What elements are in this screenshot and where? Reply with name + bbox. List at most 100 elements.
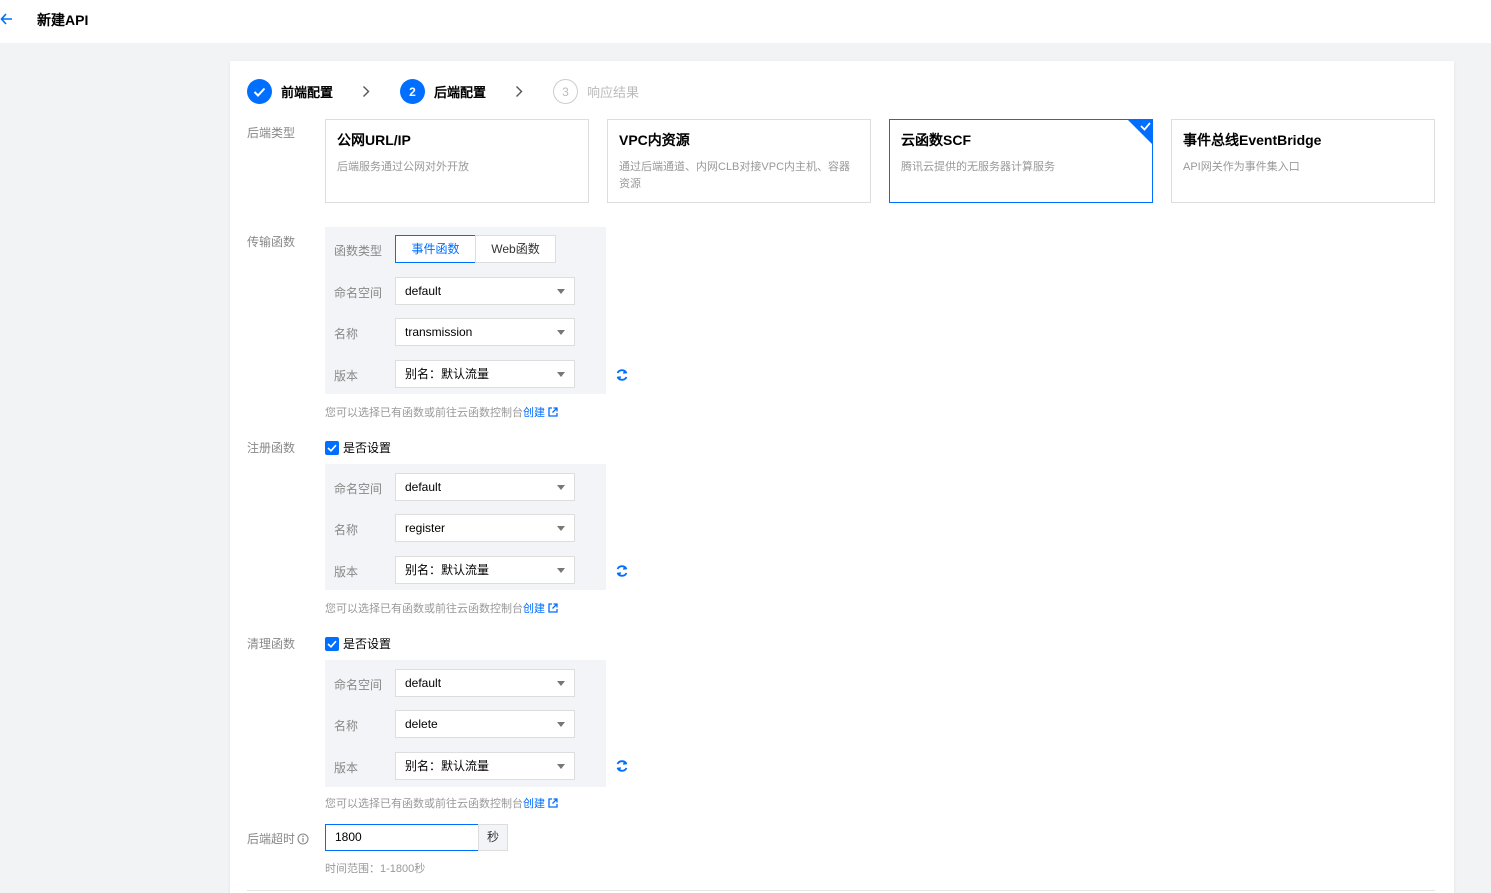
- register-function-label: 注册函数: [247, 441, 296, 455]
- check-icon: [247, 79, 272, 104]
- create-link[interactable]: 创建: [523, 407, 545, 419]
- step-label: 响应结果: [587, 85, 640, 100]
- web-function-button[interactable]: Web函数: [475, 235, 556, 263]
- version-label: 版本: [334, 369, 359, 383]
- refresh-icon[interactable]: [615, 564, 629, 578]
- info-icon[interactable]: [297, 833, 309, 845]
- namespace-label: 命名空间: [334, 286, 383, 300]
- timeout-input[interactable]: 1800: [325, 824, 479, 851]
- external-link-icon[interactable]: [548, 407, 558, 417]
- form-card: 前端配置 2 后端配置 3 响应结果 后端类型 公网URL/IP 后端服务通过公…: [230, 61, 1454, 893]
- type-title: 公网URL/IP: [337, 132, 411, 148]
- transmission-function-label: 传输函数: [247, 235, 296, 249]
- step-number: 3: [553, 79, 578, 104]
- select-value: register: [405, 521, 446, 535]
- type-title: 事件总线EventBridge: [1183, 132, 1322, 148]
- step-backend-config[interactable]: 2 后端配置: [400, 79, 486, 104]
- name-label: 名称: [334, 327, 359, 341]
- step-frontend-config[interactable]: 前端配置: [247, 79, 333, 104]
- name-label: 名称: [334, 719, 359, 733]
- external-link-icon[interactable]: [548, 798, 558, 808]
- version-select[interactable]: 别名：默认流量: [395, 752, 575, 780]
- backend-timeout-label: 后端超时: [247, 830, 309, 847]
- function-hint: 您可以选择已有函数或前往云函数控制台创建: [325, 600, 558, 616]
- external-link-icon[interactable]: [548, 603, 558, 613]
- function-type-label: 函数类型: [334, 244, 383, 258]
- select-value: 别名：默认流量: [405, 367, 490, 381]
- function-hint: 您可以选择已有函数或前往云函数控制台创建: [325, 795, 558, 811]
- type-title: 云函数SCF: [901, 132, 971, 148]
- checkbox-checked-icon: [325, 440, 339, 455]
- caret-down-icon: [557, 372, 565, 377]
- checkbox-checked-icon: [325, 636, 339, 651]
- timeout-label-text: 后端超时: [247, 832, 296, 846]
- create-link[interactable]: 创建: [523, 798, 545, 810]
- cleanup-function-label: 清理函数: [247, 637, 296, 651]
- name-label: 名称: [334, 523, 359, 537]
- select-value: 别名：默认流量: [405, 759, 490, 773]
- backend-type-vpc[interactable]: VPC内资源 通过后端通道、内网CLB对接VPC内主机、容器资源: [607, 119, 871, 203]
- step-response-result[interactable]: 3 响应结果: [553, 79, 639, 104]
- caret-down-icon: [557, 526, 565, 531]
- step-label: 后端配置: [434, 85, 487, 100]
- page-title: 新建API: [37, 12, 89, 28]
- hint-text: 您可以选择已有函数或前往云函数控制台: [325, 798, 523, 810]
- chevron-right-icon: [516, 86, 523, 97]
- select-value: 别名：默认流量: [405, 563, 490, 577]
- backend-type-scf[interactable]: 云函数SCF 腾讯云提供的无服务器计算服务: [889, 119, 1153, 203]
- caret-down-icon: [557, 568, 565, 573]
- hint-text: 您可以选择已有函数或前往云函数控制台: [325, 407, 523, 419]
- function-hint: 您可以选择已有函数或前往云函数控制台创建: [325, 404, 558, 420]
- timeout-range-hint: 时间范围：1-1800秒: [325, 863, 426, 875]
- transmission-function-panel: 函数类型 事件函数 Web函数 命名空间 default 名称 transmis…: [325, 227, 606, 394]
- type-desc: 后端服务通过公网对外开放: [337, 161, 469, 173]
- hint-text: 您可以选择已有函数或前往云函数控制台: [325, 603, 523, 615]
- version-label: 版本: [334, 565, 359, 579]
- version-label: 版本: [334, 761, 359, 775]
- version-select[interactable]: 别名：默认流量: [395, 360, 575, 388]
- checkbox-label: 是否设置: [343, 441, 392, 455]
- function-name-select[interactable]: transmission: [395, 318, 575, 346]
- backend-type-public-url[interactable]: 公网URL/IP 后端服务通过公网对外开放: [325, 119, 589, 203]
- create-link[interactable]: 创建: [523, 603, 545, 615]
- refresh-icon[interactable]: [615, 368, 629, 382]
- select-value: default: [405, 284, 442, 298]
- step-label: 前端配置: [281, 85, 334, 100]
- register-enable-checkbox[interactable]: 是否设置: [325, 439, 391, 456]
- register-function-panel: 命名空间 default 名称 register 版本 别名：默认流量: [325, 464, 606, 590]
- select-value: default: [405, 480, 442, 494]
- checkbox-label: 是否设置: [343, 637, 392, 651]
- event-function-button[interactable]: 事件函数: [395, 235, 476, 263]
- function-name-select[interactable]: register: [395, 514, 575, 542]
- namespace-select[interactable]: default: [395, 669, 575, 697]
- backend-type-label: 后端类型: [247, 126, 296, 140]
- caret-down-icon: [557, 764, 565, 769]
- namespace-select[interactable]: default: [395, 277, 575, 305]
- timeout-unit: 秒: [478, 824, 508, 851]
- refresh-icon[interactable]: [615, 759, 629, 773]
- caret-down-icon: [557, 722, 565, 727]
- caret-down-icon: [557, 485, 565, 490]
- type-desc: API网关作为事件集入口: [1183, 161, 1300, 173]
- select-value: transmission: [405, 325, 473, 339]
- function-type-toggle: 事件函数 Web函数: [395, 235, 556, 263]
- namespace-label: 命名空间: [334, 482, 383, 496]
- select-value: default: [405, 676, 442, 690]
- cleanup-enable-checkbox[interactable]: 是否设置: [325, 635, 391, 652]
- function-name-select[interactable]: delete: [395, 710, 575, 738]
- type-desc: 腾讯云提供的无服务器计算服务: [901, 161, 1055, 173]
- caret-down-icon: [557, 289, 565, 294]
- arrow-left-icon[interactable]: [0, 10, 14, 28]
- version-select[interactable]: 别名：默认流量: [395, 556, 575, 584]
- caret-down-icon: [557, 681, 565, 686]
- divider: [247, 890, 1435, 891]
- selected-check-icon: [1127, 119, 1153, 145]
- chevron-right-icon: [363, 86, 370, 97]
- cleanup-function-panel: 命名空间 default 名称 delete 版本 别名：默认流量: [325, 660, 606, 787]
- caret-down-icon: [557, 330, 565, 335]
- top-bar: 新建API: [0, 0, 1491, 43]
- namespace-select[interactable]: default: [395, 473, 575, 501]
- backend-type-eventbridge[interactable]: 事件总线EventBridge API网关作为事件集入口: [1171, 119, 1435, 203]
- type-title: VPC内资源: [619, 132, 690, 148]
- namespace-label: 命名空间: [334, 678, 383, 692]
